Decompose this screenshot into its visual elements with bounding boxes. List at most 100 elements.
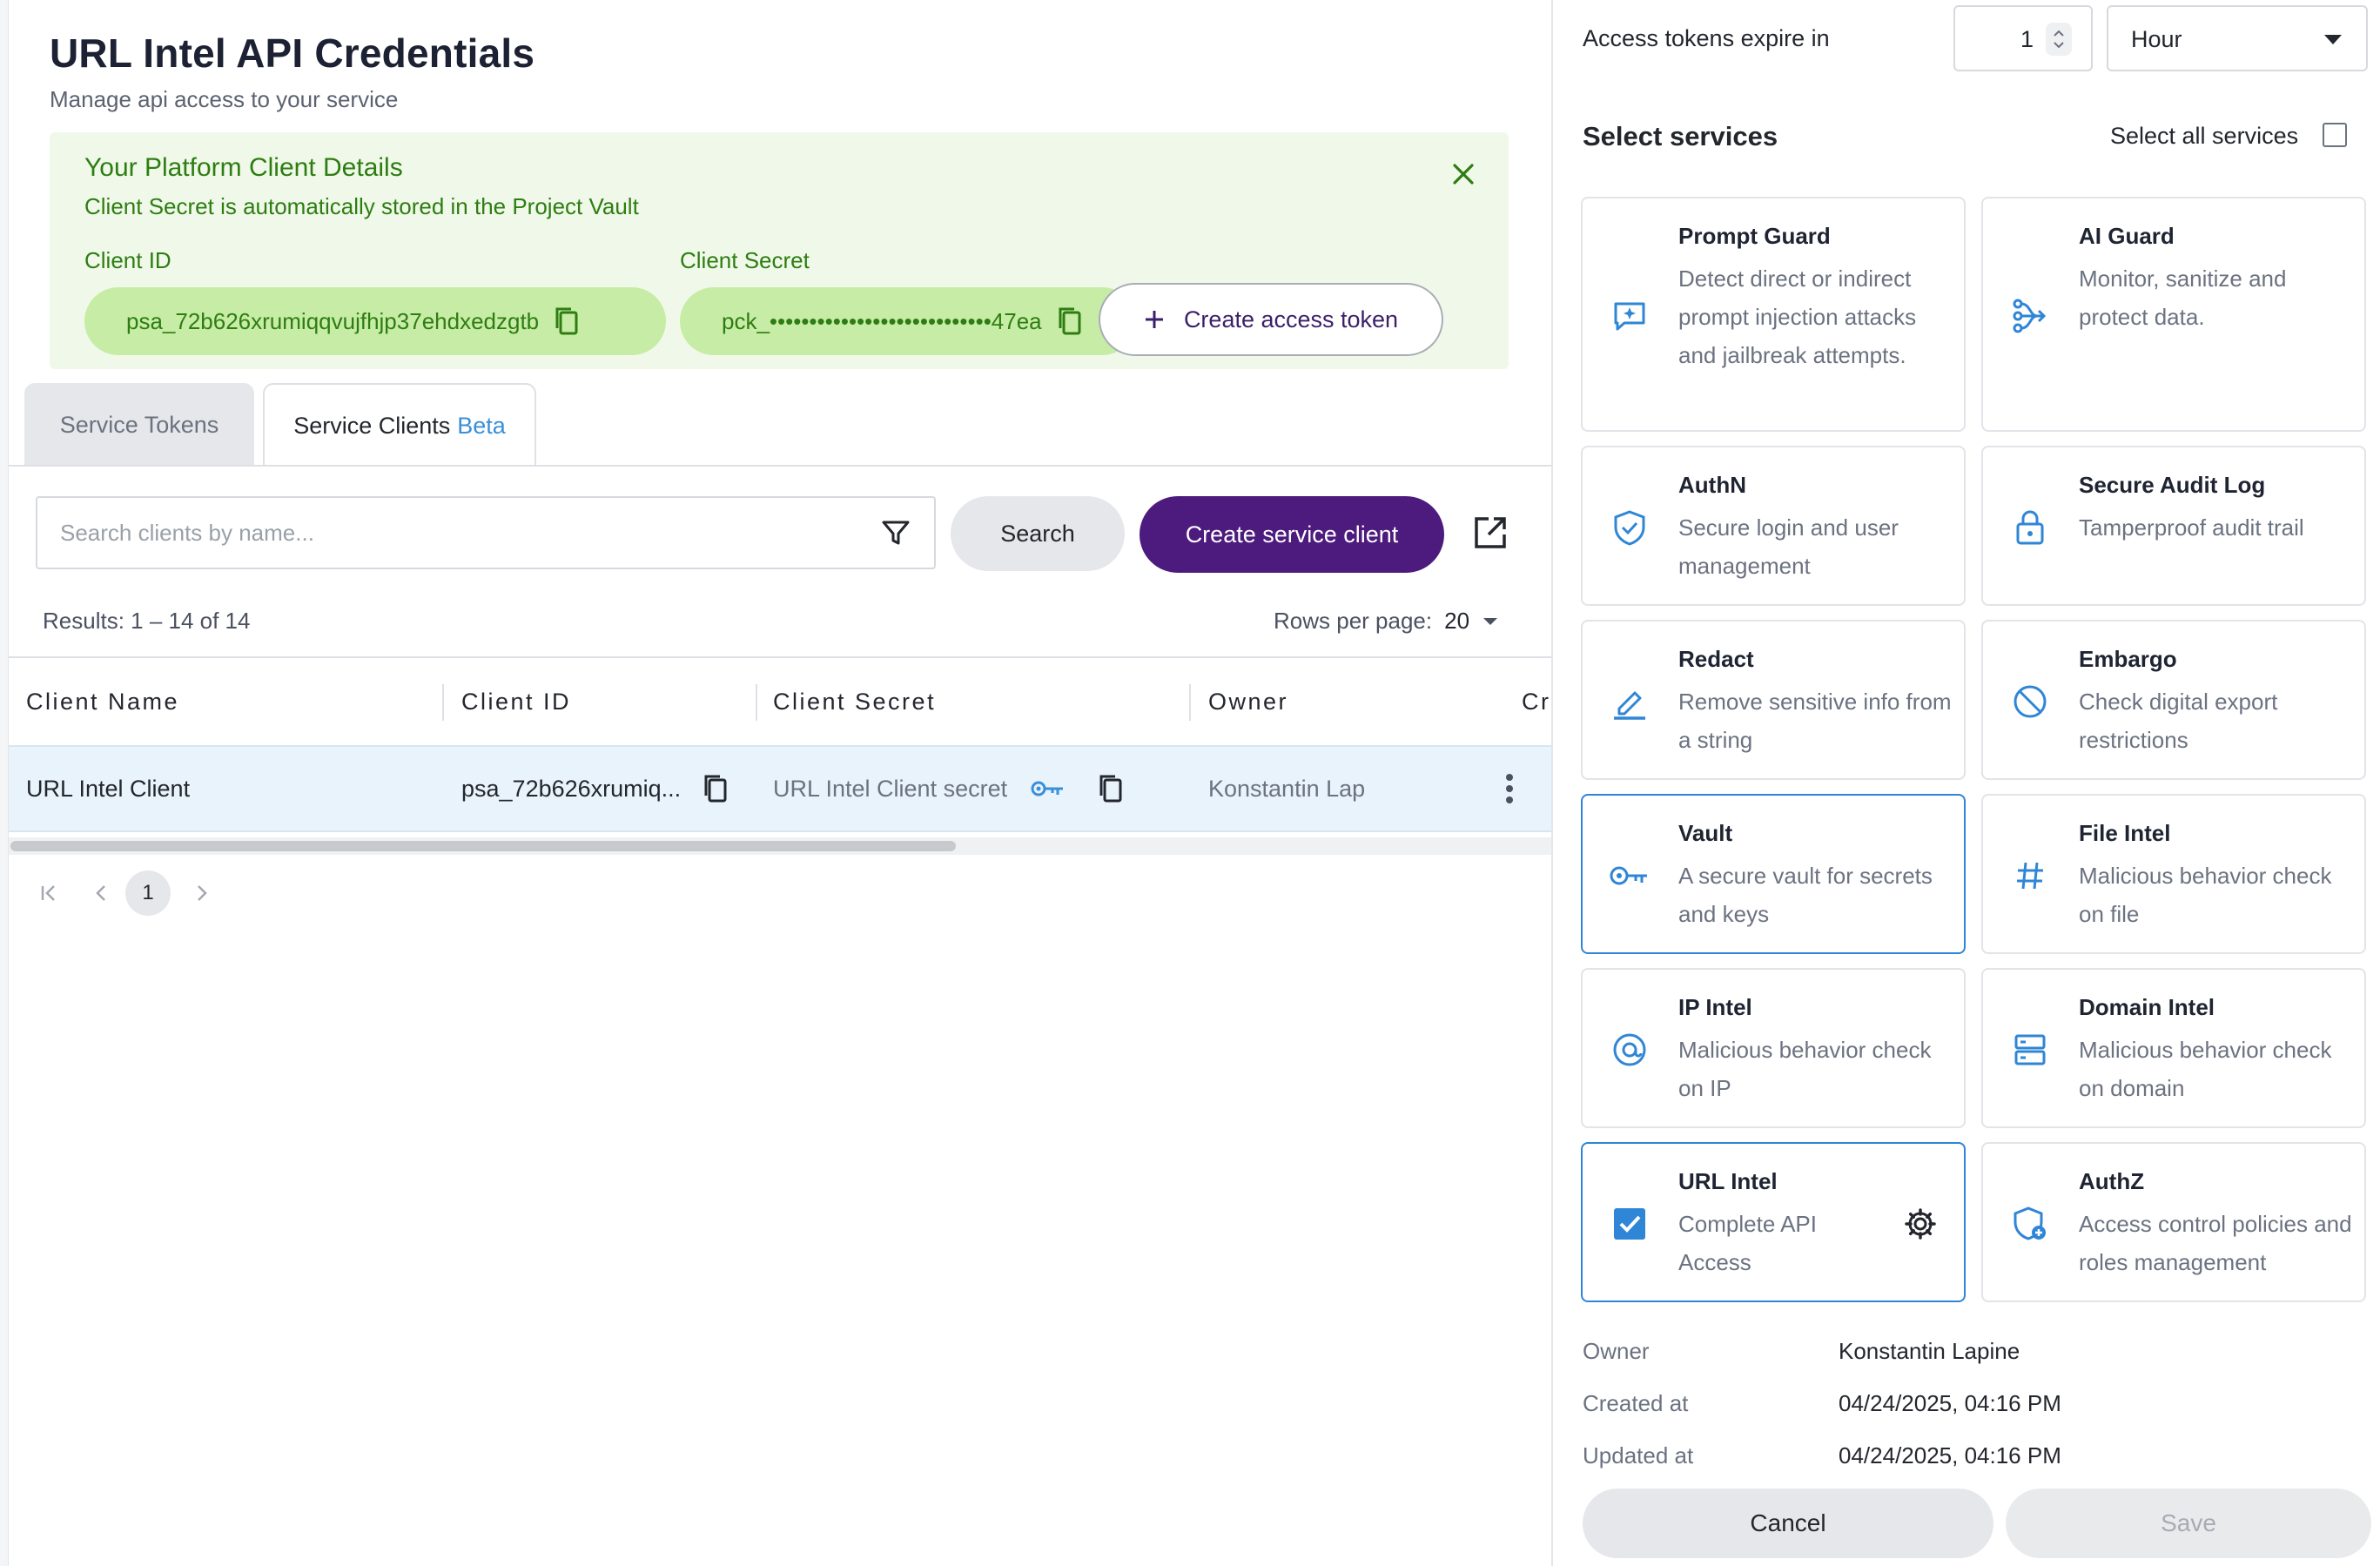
meta-updated-label: Updated at	[1583, 1442, 1694, 1469]
left-edge	[0, 0, 8, 1566]
column-header-owner[interactable]: Owner	[1208, 658, 1288, 745]
tab-service-clients[interactable]: Service Clients Beta	[263, 383, 536, 467]
create-service-client-button[interactable]: Create service client	[1140, 496, 1444, 573]
service-description: Tamperproof audit trail	[2079, 514, 2304, 541]
create-access-token-button[interactable]: Create access token	[1099, 283, 1443, 356]
search-button[interactable]: Search	[951, 496, 1125, 571]
column-header-client-id[interactable]: Client ID	[461, 658, 571, 745]
number-stepper[interactable]	[2046, 23, 2072, 56]
client-id-pill: psa_72b626xrumiqqvujfhjp37ehdxedzgtb	[84, 287, 666, 355]
service-card-embargo[interactable]: Embargo Check digital export restrictions	[1981, 620, 2366, 780]
page-subtitle: Manage api access to your service	[50, 86, 399, 112]
more-vertical-icon[interactable]	[1494, 747, 1525, 830]
scrollbar-thumb[interactable]	[10, 841, 956, 851]
tab-service-tokens[interactable]: Service Tokens	[24, 383, 254, 467]
shield-plus-icon	[2009, 1203, 2051, 1245]
select-all-label: Select all services	[2110, 123, 2299, 149]
service-card-authz[interactable]: AuthZ Access control policies and roles m…	[1981, 1142, 2366, 1302]
service-card-redact[interactable]: Redact Remove sensitive info from a strin…	[1581, 620, 1966, 780]
service-description: Remove sensitive info from a string	[1678, 689, 1952, 753]
chevron-down-icon[interactable]	[1482, 616, 1499, 627]
select-all-checkbox[interactable]	[2323, 123, 2347, 147]
edit-client-drawer: Access tokens expire in 1 Hour Select se…	[1551, 0, 2380, 1566]
banner-title: Your Platform Client Details	[84, 153, 403, 182]
service-card-secure-audit-log[interactable]: Secure Audit Log Tamperproof audit trail	[1981, 446, 2366, 606]
block-icon	[2009, 681, 2051, 723]
cell-client-id: psa_72b626xrumiq...	[461, 775, 682, 802]
create-access-token-label: Create access token	[1183, 306, 1399, 333]
meta-owner-label: Owner	[1583, 1338, 1650, 1364]
service-card-authn[interactable]: AuthN Secure login and user management	[1581, 446, 1966, 606]
service-title: File Intel	[2079, 820, 2171, 846]
key-icon	[1609, 855, 1651, 897]
shield-check-icon	[1609, 507, 1651, 548]
beta-badge: Beta	[457, 412, 506, 439]
search-input[interactable]	[60, 498, 878, 568]
service-title: Prompt Guard	[1678, 223, 1831, 249]
gear-icon[interactable]	[1903, 1206, 1938, 1241]
meta-created-value: 04/24/2025, 04:16 PM	[1839, 1390, 2061, 1416]
expire-unit-select[interactable]: Hour	[2107, 5, 2368, 71]
copy-icon[interactable]	[551, 304, 582, 339]
column-header-client-name[interactable]: Client Name	[26, 658, 179, 745]
tab-label: Service Tokens	[59, 411, 219, 438]
expire-value: 1	[2020, 26, 2034, 52]
meta-updated-value: 04/24/2025, 04:16 PM	[1839, 1442, 2061, 1469]
results-summary: Results: 1 – 14 of 14	[43, 608, 251, 634]
copy-icon[interactable]	[1054, 304, 1086, 339]
hash-icon	[2009, 855, 2051, 897]
tab-label: Service Clients	[293, 412, 451, 439]
server-icon	[2009, 1029, 2051, 1071]
at-icon	[1609, 1029, 1651, 1071]
expire-label: Access tokens expire in	[1583, 25, 1830, 51]
column-header-created[interactable]: Cr	[1522, 658, 1551, 745]
cancel-button[interactable]: Cancel	[1583, 1489, 1993, 1558]
service-title: AuthN	[1678, 472, 1746, 498]
client-secret-value: pck_••••••••••••••••••••••••••••47ea	[722, 307, 1042, 334]
column-header-client-secret[interactable]: Client Secret	[773, 658, 936, 745]
stepper-arrows-icon	[2054, 30, 2064, 49]
page-title: URL Intel API Credentials	[50, 30, 535, 76]
horizontal-scrollbar[interactable]	[9, 837, 1551, 855]
close-icon[interactable]	[1444, 155, 1482, 193]
service-title: Secure Audit Log	[2079, 472, 2266, 498]
client-id-label: Client ID	[84, 247, 171, 273]
service-description: Check digital export restrictions	[2079, 689, 2278, 753]
column-separator[interactable]	[442, 684, 444, 721]
service-card-vault[interactable]: Vault A secure vault for secrets and keys	[1581, 794, 1966, 954]
chevron-left-icon[interactable]	[77, 869, 125, 917]
table-row[interactable]: URL Intel Client psa_72b626xrumiq... URL…	[9, 745, 1551, 832]
service-card-ai-guard[interactable]: AI Guard Monitor, sanitize and protect da…	[1981, 197, 2366, 432]
save-button[interactable]: Save	[2006, 1489, 2371, 1558]
plus-icon	[1145, 311, 1163, 328]
copy-icon[interactable]	[696, 747, 735, 830]
chevron-right-icon[interactable]	[178, 869, 226, 917]
key-icon[interactable]	[1027, 747, 1069, 830]
service-card-url-intel[interactable]: URL Intel Complete API Access	[1581, 1142, 1966, 1302]
column-separator[interactable]	[756, 684, 757, 721]
chevron-down-icon	[2324, 35, 2342, 44]
rows-per-page-select[interactable]: 20	[1444, 608, 1469, 635]
service-card-file-intel[interactable]: File Intel Malicious behavior check on fi…	[1981, 794, 2366, 954]
service-card-prompt-guard[interactable]: Prompt Guard Detect direct or indirect pr…	[1581, 197, 1966, 432]
service-title: AI Guard	[2079, 223, 2175, 249]
page-button-current[interactable]: 1	[125, 870, 171, 916]
table-header: Client Name Client ID Client Secret Owne…	[9, 658, 1551, 745]
service-description: A secure vault for secrets and keys	[1678, 863, 1933, 927]
filter-icon[interactable]	[880, 517, 911, 548]
service-title: Redact	[1678, 646, 1754, 672]
service-title: Vault	[1678, 820, 1733, 846]
first-page-icon[interactable]	[24, 869, 73, 917]
pen-icon	[1609, 681, 1651, 723]
copy-icon[interactable]	[1092, 747, 1130, 830]
expire-number-input[interactable]: 1	[1953, 5, 2093, 71]
service-title: AuthZ	[2079, 1168, 2145, 1194]
service-description: Access control policies and roles manage…	[2079, 1211, 2352, 1275]
service-description: Monitor, sanitize and protect data.	[2079, 265, 2287, 330]
meta-owner-value: Konstantin Lapine	[1839, 1338, 2020, 1364]
column-separator[interactable]	[1189, 684, 1191, 721]
checkbox-checked-icon[interactable]	[1609, 1203, 1651, 1245]
service-card-domain-intel[interactable]: Domain Intel Malicious behavior check on …	[1981, 968, 2366, 1128]
service-card-ip-intel[interactable]: IP Intel Malicious behavior check on IP	[1581, 968, 1966, 1128]
external-link-icon[interactable]	[1471, 514, 1509, 552]
